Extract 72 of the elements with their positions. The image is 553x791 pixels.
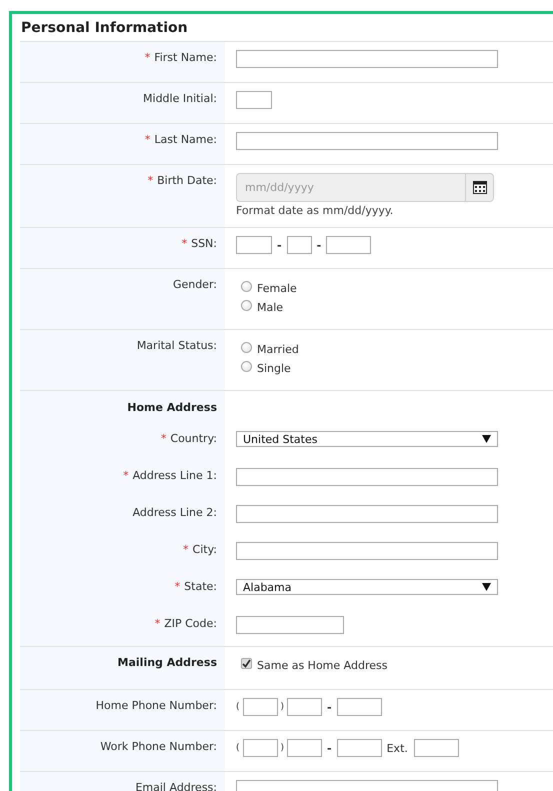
option-label: Single [257, 362, 291, 375]
text-field[interactable] [236, 542, 498, 560]
text-field[interactable] [326, 236, 372, 254]
field-label: Middle Initial: [143, 91, 217, 107]
group-title: Home Address [127, 400, 217, 416]
text-field[interactable] [236, 236, 272, 254]
dropdown-arrow-icon [482, 583, 491, 591]
option-label: Male [257, 301, 284, 314]
field-label: ZIP Code: [164, 616, 217, 632]
text-field[interactable] [236, 91, 272, 109]
calendar-button[interactable] [465, 173, 494, 202]
option-label: Same as Home Address [257, 659, 388, 672]
separator: - [326, 700, 333, 714]
field-label: Address Line 1: [132, 468, 217, 484]
field-label: Work Phone Number: [100, 739, 217, 755]
text-field[interactable] [242, 698, 278, 716]
radio-button[interactable] [241, 281, 252, 292]
text-field[interactable] [236, 505, 498, 523]
field-label: First Name: [154, 50, 217, 66]
radio-button[interactable] [241, 361, 252, 372]
ext-label: Ext. [386, 742, 409, 754]
field-label: Country: [170, 431, 217, 447]
radio-button[interactable] [241, 300, 252, 311]
radio-button[interactable] [241, 342, 252, 353]
text-field[interactable] [287, 698, 322, 716]
dropdown[interactable]: United States [236, 431, 498, 447]
text-field[interactable] [414, 739, 459, 757]
text-field[interactable] [286, 236, 312, 254]
required-mark: * [174, 579, 180, 595]
field-label: Address Line 2: [132, 505, 217, 521]
text-field[interactable] [236, 50, 498, 68]
field-label: Mailing Address [118, 655, 217, 671]
field-label: Birth Date: [157, 173, 217, 189]
field-label: Home Phone Number: [96, 698, 217, 714]
required-mark: * [182, 236, 188, 252]
field-label: Email Address: [135, 780, 217, 791]
required-mark: * [160, 431, 166, 447]
dropdown-arrow-icon [482, 435, 491, 443]
text-field[interactable] [336, 739, 382, 757]
text-field[interactable] [287, 739, 322, 757]
required-mark: * [144, 50, 150, 66]
field-label: Last Name: [154, 132, 217, 148]
option-label: Female [257, 282, 297, 295]
text-field[interactable] [336, 698, 382, 716]
field-label: SSN: [191, 236, 217, 252]
required-mark: * [123, 468, 129, 484]
required-mark: * [144, 132, 150, 148]
paren: ( [236, 702, 240, 712]
field-label: Marital Status: [136, 338, 217, 354]
separator: - [316, 238, 322, 252]
paren: ) [280, 743, 284, 753]
hint-text: Format date as mm/dd/yyyy. [236, 204, 394, 217]
separator: - [326, 742, 333, 754]
field-label: State: [184, 579, 217, 595]
date-field[interactable]: mm/dd/yyyy [236, 173, 465, 202]
text-field[interactable] [236, 132, 498, 150]
checkbox[interactable] [241, 658, 252, 669]
field-label: Gender: [172, 277, 217, 293]
paren: ) [280, 702, 284, 712]
text-field[interactable] [242, 739, 278, 757]
text-field[interactable] [236, 468, 498, 486]
section-title: Personal Information [21, 20, 188, 36]
calendar-icon [472, 181, 486, 194]
text-field[interactable] [236, 616, 344, 634]
dropdown[interactable]: Alabama [236, 579, 498, 595]
required-mark: * [183, 542, 189, 558]
required-mark: * [154, 616, 160, 632]
required-mark: * [148, 173, 154, 189]
option-label: Married [257, 343, 299, 356]
separator: - [276, 238, 283, 252]
paren: ( [236, 743, 240, 753]
field-label: City: [192, 542, 217, 558]
